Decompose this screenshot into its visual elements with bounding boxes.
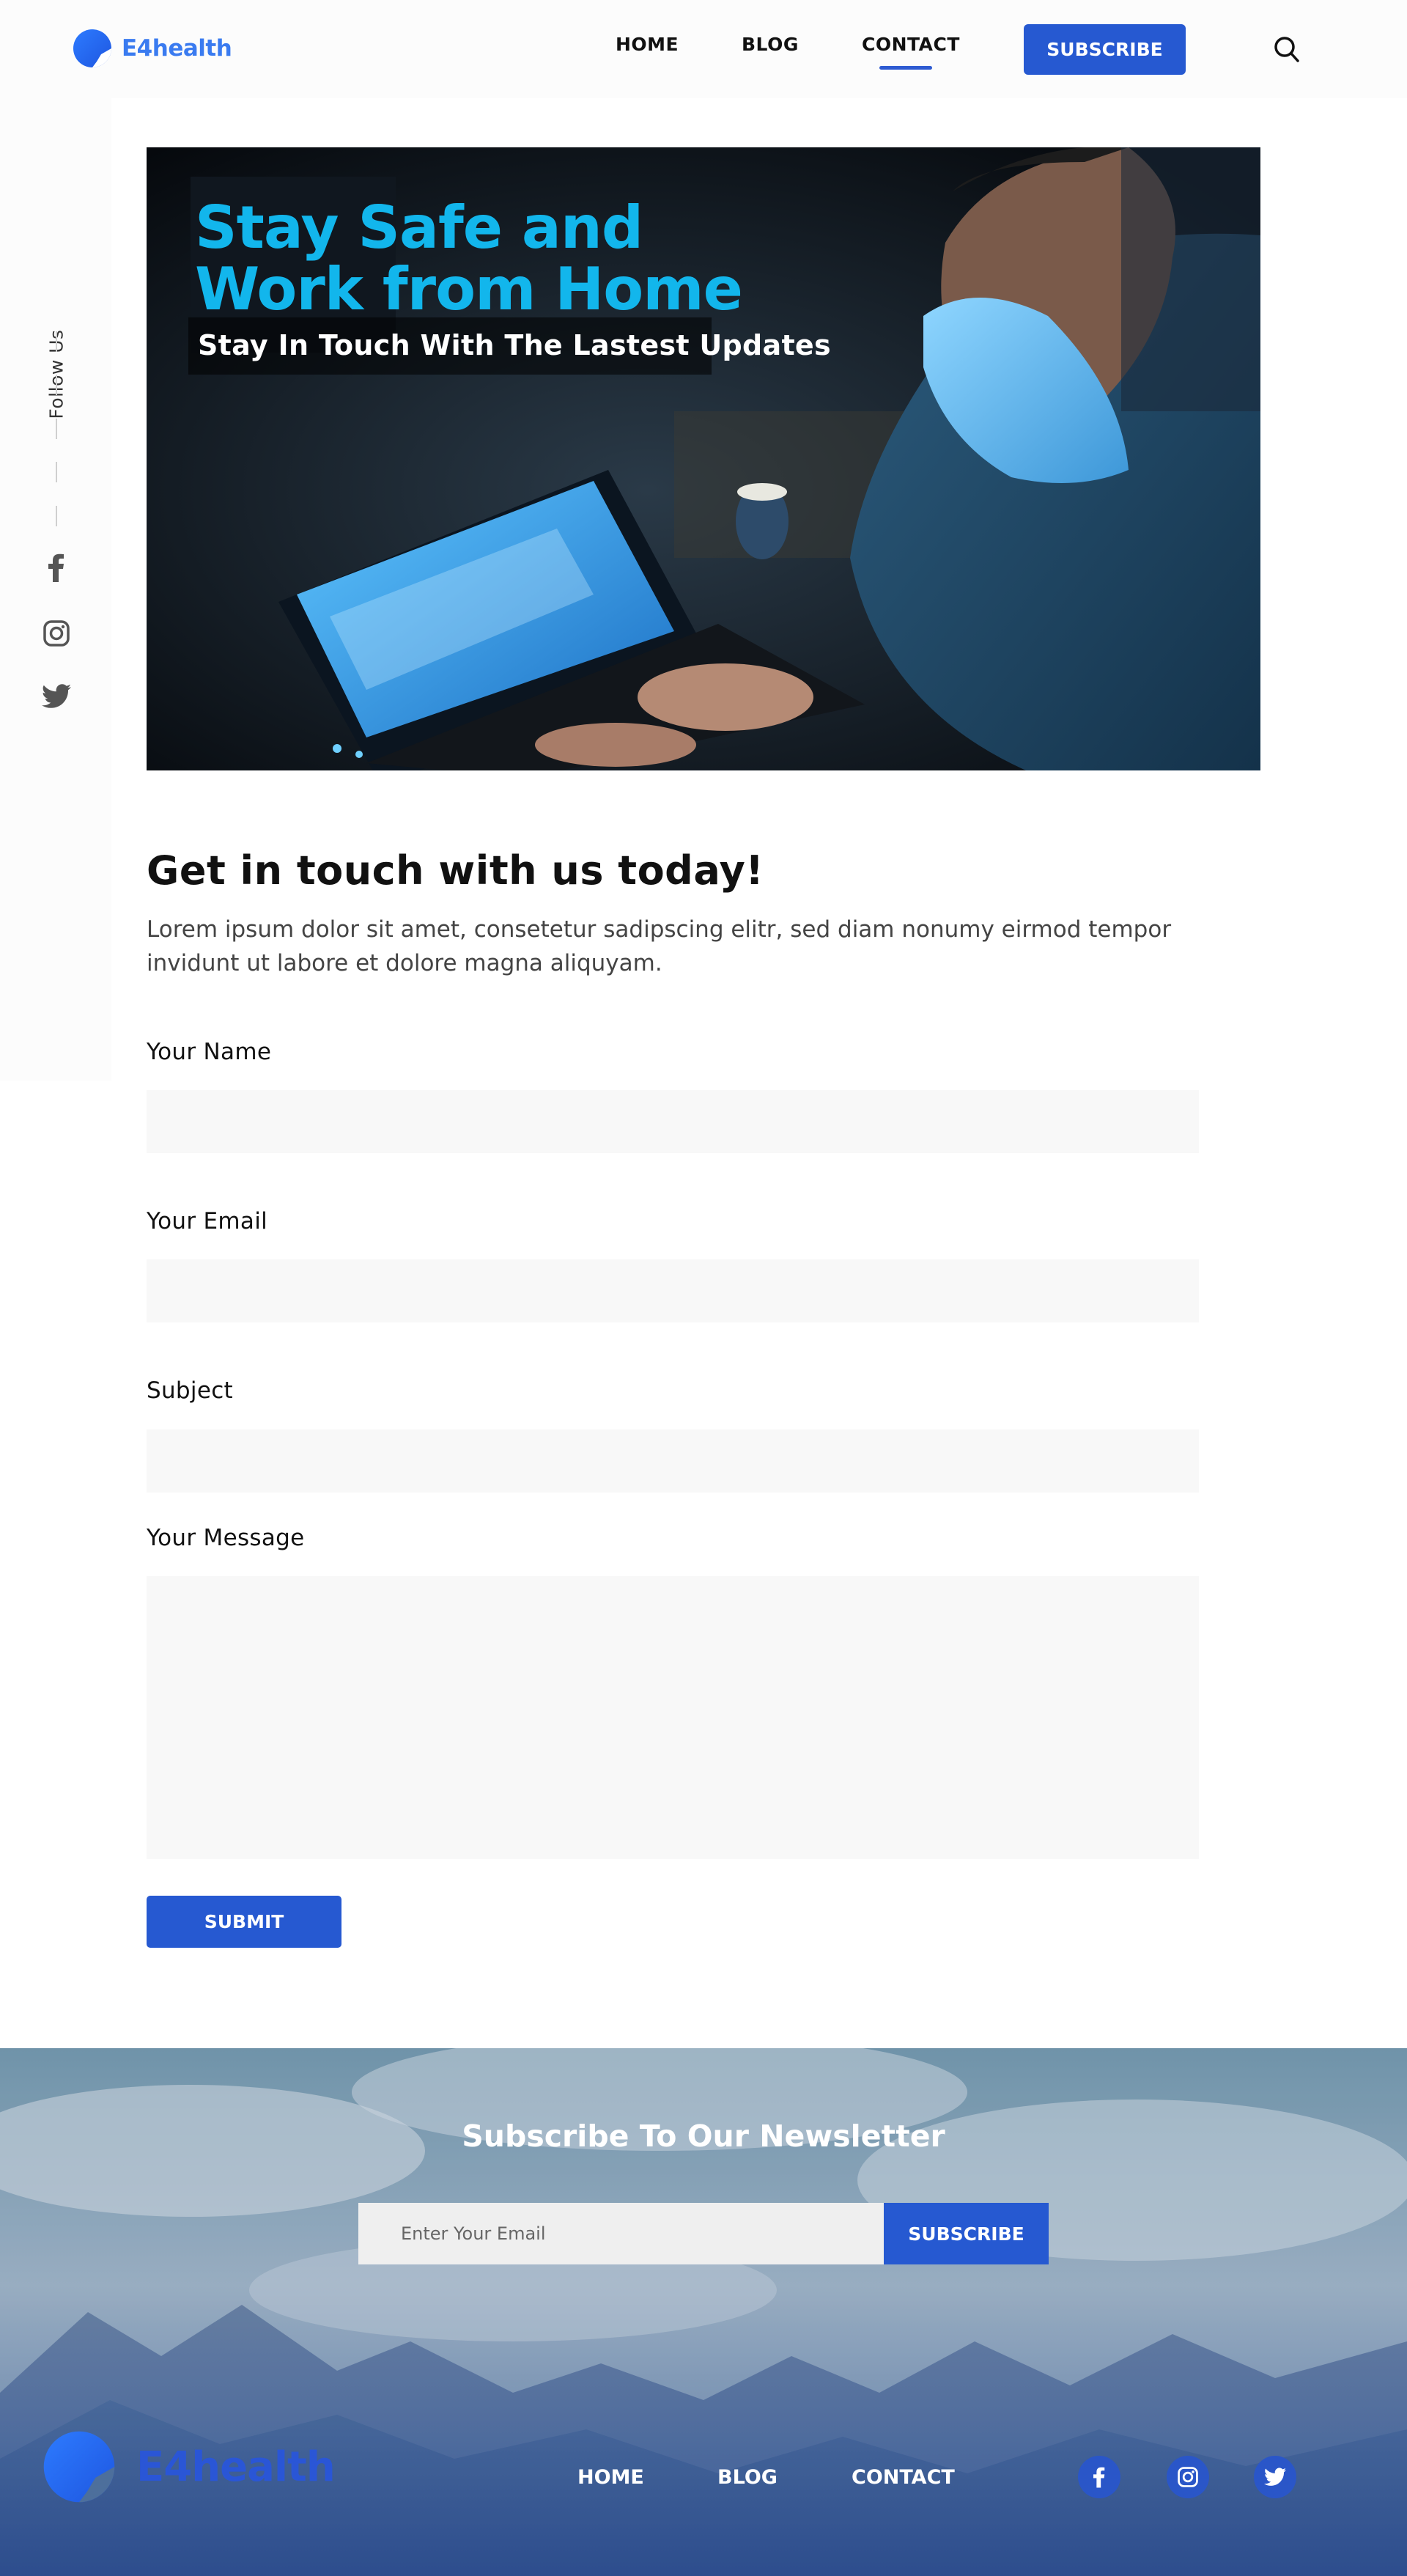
footer-logo-text: E4health (136, 2443, 336, 2491)
social-side-rail: Follow Us (0, 98, 111, 1081)
footer-instagram-icon[interactable] (1167, 2456, 1209, 2498)
logo-icon (73, 29, 111, 67)
logo-icon (43, 2431, 115, 2503)
nav-contact[interactable]: CONTACT (862, 34, 960, 55)
newsletter-subscribe-button[interactable]: SUBSCRIBE (884, 2203, 1049, 2264)
subject-field[interactable] (147, 1429, 1199, 1493)
nav-active-indicator (879, 66, 932, 70)
rail-divider (56, 462, 57, 482)
nav-blog[interactable]: BLOG (742, 34, 799, 55)
message-field[interactable] (147, 1576, 1199, 1859)
subject-label: Subject (147, 1377, 233, 1404)
rail-divider (56, 506, 57, 526)
rail-divider (56, 331, 57, 352)
message-label: Your Message (147, 1525, 305, 1551)
newsletter-email-input[interactable] (358, 2203, 884, 2264)
logo[interactable]: E4health (72, 21, 232, 76)
twitter-icon[interactable] (42, 682, 71, 711)
nav-home[interactable]: HOME (616, 34, 679, 55)
search-icon[interactable] (1274, 35, 1300, 63)
contact-title: Get in touch with us today! (147, 847, 764, 894)
hero-subtitle: Stay In Touch With The Lastest Updates (198, 329, 831, 361)
hero-title: Stay Safe and Work from Home (195, 194, 743, 323)
logo-text: E4health (122, 35, 232, 62)
footer-facebook-icon[interactable] (1078, 2456, 1120, 2498)
footer-nav-home[interactable]: HOME (577, 2466, 644, 2489)
name-field[interactable] (147, 1090, 1199, 1153)
footer-nav-blog[interactable]: BLOG (717, 2466, 778, 2489)
footer-logo[interactable]: E4health (41, 2426, 336, 2507)
footer-nav-contact[interactable]: CONTACT (852, 2466, 955, 2489)
facebook-icon[interactable] (42, 553, 71, 582)
newsletter-title: Subscribe To Our Newsletter (462, 2119, 945, 2154)
submit-button[interactable]: SUBMIT (147, 1896, 341, 1948)
rail-divider (56, 419, 57, 439)
newsletter-footer: Subscribe To Our Newsletter SUBSCRIBE E4… (0, 2048, 1407, 2576)
email-label: Your Email (147, 1208, 268, 1234)
email-field[interactable] (147, 1259, 1199, 1322)
contact-intro: Lorem ipsum dolor sit amet, consetetur s… (147, 916, 1172, 976)
footer-twitter-icon[interactable] (1254, 2456, 1296, 2498)
rail-divider (56, 375, 57, 395)
instagram-icon[interactable] (42, 619, 71, 648)
header-subscribe-button[interactable]: SUBSCRIBE (1024, 24, 1186, 75)
name-label: Your Name (147, 1039, 272, 1065)
hero-banner: Stay Safe and Work from Home Stay In Tou… (147, 147, 1260, 770)
site-header: E4health HOME BLOG CONTACT SUBSCRIBE (0, 0, 1407, 98)
